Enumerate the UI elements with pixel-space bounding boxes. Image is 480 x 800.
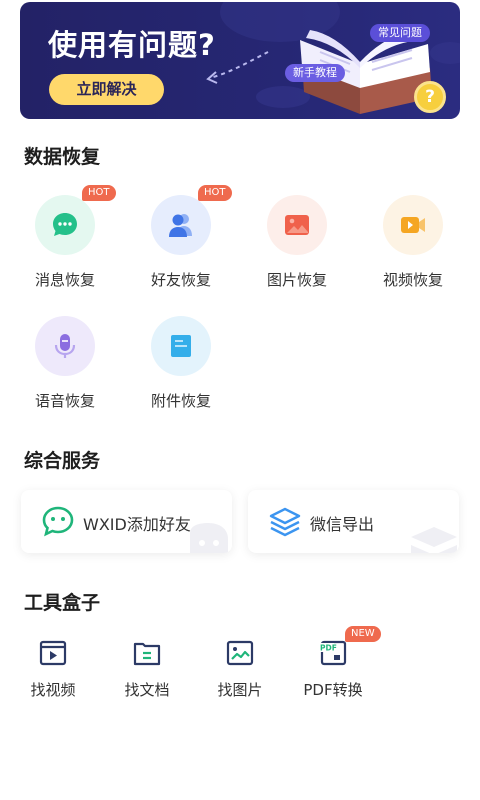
message-recovery-label: 消息恢复 — [34, 271, 95, 289]
voice-recovery-item[interactable]: 语音恢复 — [15, 316, 115, 426]
wxid-add-friend-label: WXID添加好友 — [83, 515, 191, 534]
section-title-toolbox: 工具盒子 — [24, 592, 101, 614]
find-video-tool[interactable]: 找视频 — [18, 638, 88, 700]
pdf-convert-label: PDF转换 — [303, 681, 363, 699]
pdf-icon: PDF — [319, 640, 347, 666]
image-icon — [267, 195, 327, 255]
video-recovery-label: 视频恢复 — [382, 271, 443, 289]
find-document-tool[interactable]: 找文档 — [112, 638, 182, 700]
section-title-services: 综合服务 — [24, 450, 101, 472]
image-recovery-item[interactable]: 图片恢复 — [247, 195, 347, 305]
picture-icon — [226, 640, 254, 666]
wechat-watermark-icon — [190, 523, 228, 553]
message-recovery-item[interactable]: HOT 消息恢复 — [15, 185, 116, 305]
voice-recovery-label: 语音恢复 — [34, 392, 95, 410]
dashed-arrow-icon — [206, 51, 269, 84]
attachment-icon — [151, 316, 211, 376]
attachment-recovery-label: 附件恢复 — [150, 392, 211, 410]
video-recovery-item[interactable]: 视频恢复 — [363, 195, 463, 305]
banner-title: 使用有问题? — [48, 28, 216, 62]
friend-recovery-item[interactable]: HOT 好友恢复 — [131, 185, 232, 305]
wechat-export-card[interactable]: 微信导出 — [248, 490, 459, 553]
section-title-data-recovery: 数据恢复 — [24, 146, 101, 168]
find-document-label: 找文档 — [124, 681, 170, 699]
faq-tag: 常见问题 — [370, 24, 430, 42]
video-icon — [383, 195, 443, 255]
document-icon — [133, 642, 161, 666]
new-badge: NEW — [345, 626, 381, 642]
attachment-recovery-item[interactable]: 附件恢复 — [131, 316, 231, 426]
chat-bubble-icon — [35, 195, 95, 255]
beginner-guide-tag: 新手教程 — [285, 64, 345, 82]
pdf-convert-tool[interactable]: PDF NEW PDF转换 — [298, 626, 381, 700]
wechat-icon — [42, 506, 74, 537]
layers-icon — [269, 507, 301, 537]
find-picture-label: 找图片 — [217, 681, 263, 699]
solve-now-button[interactable]: 立即解决 — [49, 74, 164, 105]
wechat-export-label: 微信导出 — [310, 515, 375, 534]
wxid-add-friend-card[interactable]: WXID添加好友 — [21, 490, 232, 553]
find-video-label: 找视频 — [30, 681, 76, 699]
pdf-icon-text: PDF — [320, 644, 337, 653]
help-banner[interactable]: 使用有问题? 立即解决 常见问题 新手教程 ? — [20, 2, 460, 119]
friend-recovery-label: 好友恢复 — [150, 271, 211, 289]
microphone-icon — [35, 316, 95, 376]
image-recovery-label: 图片恢复 — [266, 271, 327, 289]
video-file-icon — [39, 640, 67, 666]
layers-watermark-icon — [411, 527, 457, 553]
question-coin-icon: ? — [414, 81, 446, 113]
hot-badge: HOT — [82, 185, 116, 201]
contacts-icon — [151, 195, 211, 255]
hot-badge: HOT — [198, 185, 232, 201]
find-picture-tool[interactable]: 找图片 — [205, 638, 275, 700]
